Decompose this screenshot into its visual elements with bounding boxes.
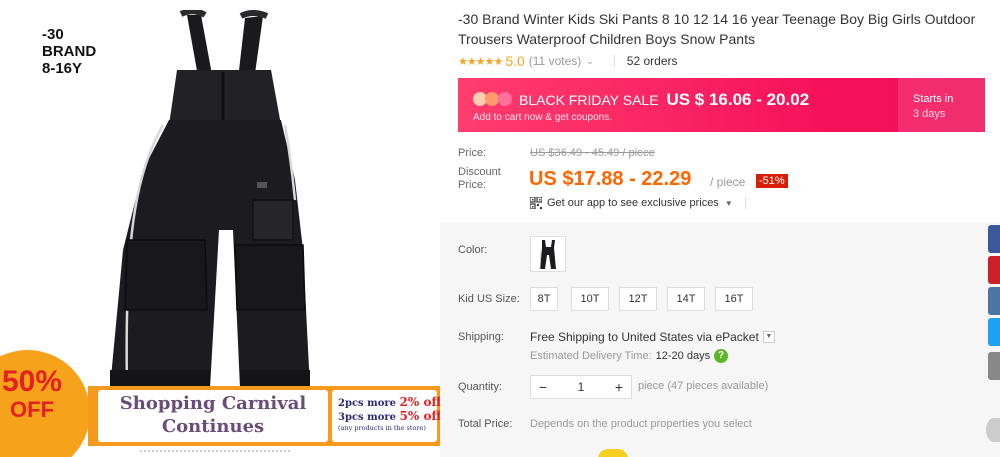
size-option-10t[interactable]: 10T [571, 287, 609, 311]
discount-badge: -51% [756, 174, 788, 188]
product-title: -30 Brand Winter Kids Ski Pants 8 10 12 … [458, 11, 976, 47]
shipping-text: Free Shipping to United States via ePack… [530, 330, 759, 344]
color-swatch-black[interactable] [530, 236, 566, 272]
bulk-deal-note: (any products in the store) [338, 424, 426, 432]
bulk-deal-2-pct: 5% off [399, 409, 440, 423]
twitter-share-icon[interactable] [988, 318, 1000, 346]
bulk-deal-1-pct: 2% off [399, 395, 440, 409]
votes-count[interactable]: (11 votes) [529, 54, 581, 68]
color-label: Color: [458, 244, 488, 256]
orders-count: 52 orders [626, 54, 678, 68]
quantity-stepper: − 1 + [530, 375, 632, 399]
black-friday-subtitle: Add to cart now & get coupons. [473, 112, 612, 123]
quantity-increase-button[interactable]: + [607, 376, 631, 398]
pants-thumbnail-icon [539, 240, 556, 270]
shipping-label: Shipping: [458, 331, 504, 343]
black-friday-label: BLACK FRIDAY SALE [519, 92, 659, 108]
brand-line: -30 [42, 26, 64, 43]
sale-countdown: Starts in 3 days [898, 78, 985, 132]
rating-value: 5.0 [505, 53, 525, 69]
carnival-line-1: Shopping Carnival [119, 393, 307, 414]
balloon-dot [485, 92, 499, 106]
price-block: Price: US $36.49 - 45.49 / piece Discoun… [458, 132, 985, 222]
pinterest-share-icon[interactable] [988, 256, 1000, 284]
product-options: Color: Kid US Size: 8T 10T 12T 14T 16T S… [440, 222, 988, 457]
black-friday-title: BLACK FRIDAY SALE US $ 16.06 - 20.02 [519, 90, 809, 110]
discount-circle-off: OFF [10, 397, 55, 422]
bulk-deal-2: 3pcs more 5% off [338, 410, 440, 424]
carnival-banner: Shopping Carnival Continues [98, 390, 328, 442]
thumbnail-hint [140, 450, 290, 457]
bulk-deal-box: 2pcs more 2% off 3pcs more 5% off (any p… [332, 390, 440, 442]
discount-price: US $17.88 - 22.29 [529, 168, 692, 190]
qr-code-icon [530, 197, 542, 209]
starts-in-days: 3 days [913, 108, 946, 120]
snow-pants-photo [110, 10, 310, 389]
share-buttons [988, 225, 1000, 383]
size-option-8t[interactable]: 8T [530, 287, 558, 311]
brand-line: BRAND [42, 43, 97, 60]
total-price-label: Total Price: [458, 418, 513, 430]
quantity-input[interactable]: 1 [555, 376, 607, 398]
divider [744, 197, 746, 209]
chevron-down-icon[interactable]: ⌄ [586, 56, 594, 67]
delivery-days: 12-20 days [655, 350, 711, 362]
app-price-text[interactable]: Get our app to see exclusive prices [547, 197, 719, 209]
size-option-16t[interactable]: 16T [715, 287, 753, 311]
discount-price-label: Discount Price: [458, 166, 501, 192]
rating-row: ★★★★★ 5.0 (11 votes) ⌄ 52 orders [458, 52, 978, 70]
quantity-decrease-button[interactable]: − [531, 376, 555, 398]
bulk-deal-1: 2pcs more 2% off [338, 396, 440, 410]
discount-label-line-2: Price: [458, 179, 487, 191]
scroll-top-icon[interactable] [986, 418, 1000, 442]
balloon-icon [473, 92, 517, 106]
black-friday-price: US $ 16.06 - 20.02 [666, 90, 810, 109]
balloon-dot [498, 92, 512, 106]
size-option-14t[interactable]: 14T [667, 287, 705, 311]
brand-line: 8-16Y [42, 60, 83, 77]
product-image-panel[interactable]: -30 BRAND 8-16Y 50% OFF Shopping Carniva… [0, 0, 440, 457]
chevron-down-icon[interactable]: ▼ [762, 331, 775, 343]
size-label: Kid US Size: [458, 293, 520, 305]
delivery-time: Estimated Delivery Time: 12-20 days ? [530, 349, 729, 363]
caret-down-icon[interactable]: ▼ [725, 199, 733, 208]
delivery-label: Estimated Delivery Time: [530, 350, 652, 362]
chat-bubble-icon[interactable] [598, 449, 628, 457]
quantity-label: Quantity: [458, 381, 503, 393]
bulk-deal-1-prefix: 2pcs more [338, 398, 397, 409]
product-detail: -30 Brand Winter Kids Ski Pants 8 10 12 … [440, 0, 988, 457]
quantity-availability: piece (47 pieces available) [638, 380, 769, 392]
more-share-icon[interactable] [988, 352, 1000, 380]
star-rating-icon[interactable]: ★★★★★ [458, 55, 503, 68]
total-price-value: Depends on the product properties you se… [530, 418, 752, 430]
discount-circle-text: 50% OFF [2, 365, 63, 424]
facebook-share-icon[interactable] [988, 225, 1000, 253]
discount-label-line-1: Discount [458, 166, 501, 178]
price-label: Price: [458, 147, 487, 159]
product-page: -30 BRAND 8-16Y 50% OFF Shopping Carniva… [0, 0, 1000, 457]
app-price-link[interactable]: Get our app to see exclusive prices ▼ [530, 197, 746, 209]
help-icon[interactable]: ? [714, 349, 729, 363]
starts-in-label: Starts in [913, 93, 954, 105]
size-option-12t[interactable]: 12T [619, 287, 657, 311]
image-brand-text: -30 BRAND 8-16Y [42, 26, 96, 77]
divider [613, 55, 615, 67]
bulk-deal-2-prefix: 3pcs more [338, 412, 397, 423]
carnival-line-2: Continues [161, 416, 265, 437]
original-price: US $36.49 - 45.49 / piece [530, 147, 655, 159]
per-piece-unit: / piece [710, 175, 746, 189]
vk-share-icon[interactable] [988, 287, 1000, 315]
shipping-method[interactable]: Free Shipping to United States via ePack… [530, 330, 775, 344]
discount-circle-percent: 50% [2, 365, 63, 398]
black-friday-banner[interactable]: BLACK FRIDAY SALE US $ 16.06 - 20.02 Add… [458, 78, 985, 132]
